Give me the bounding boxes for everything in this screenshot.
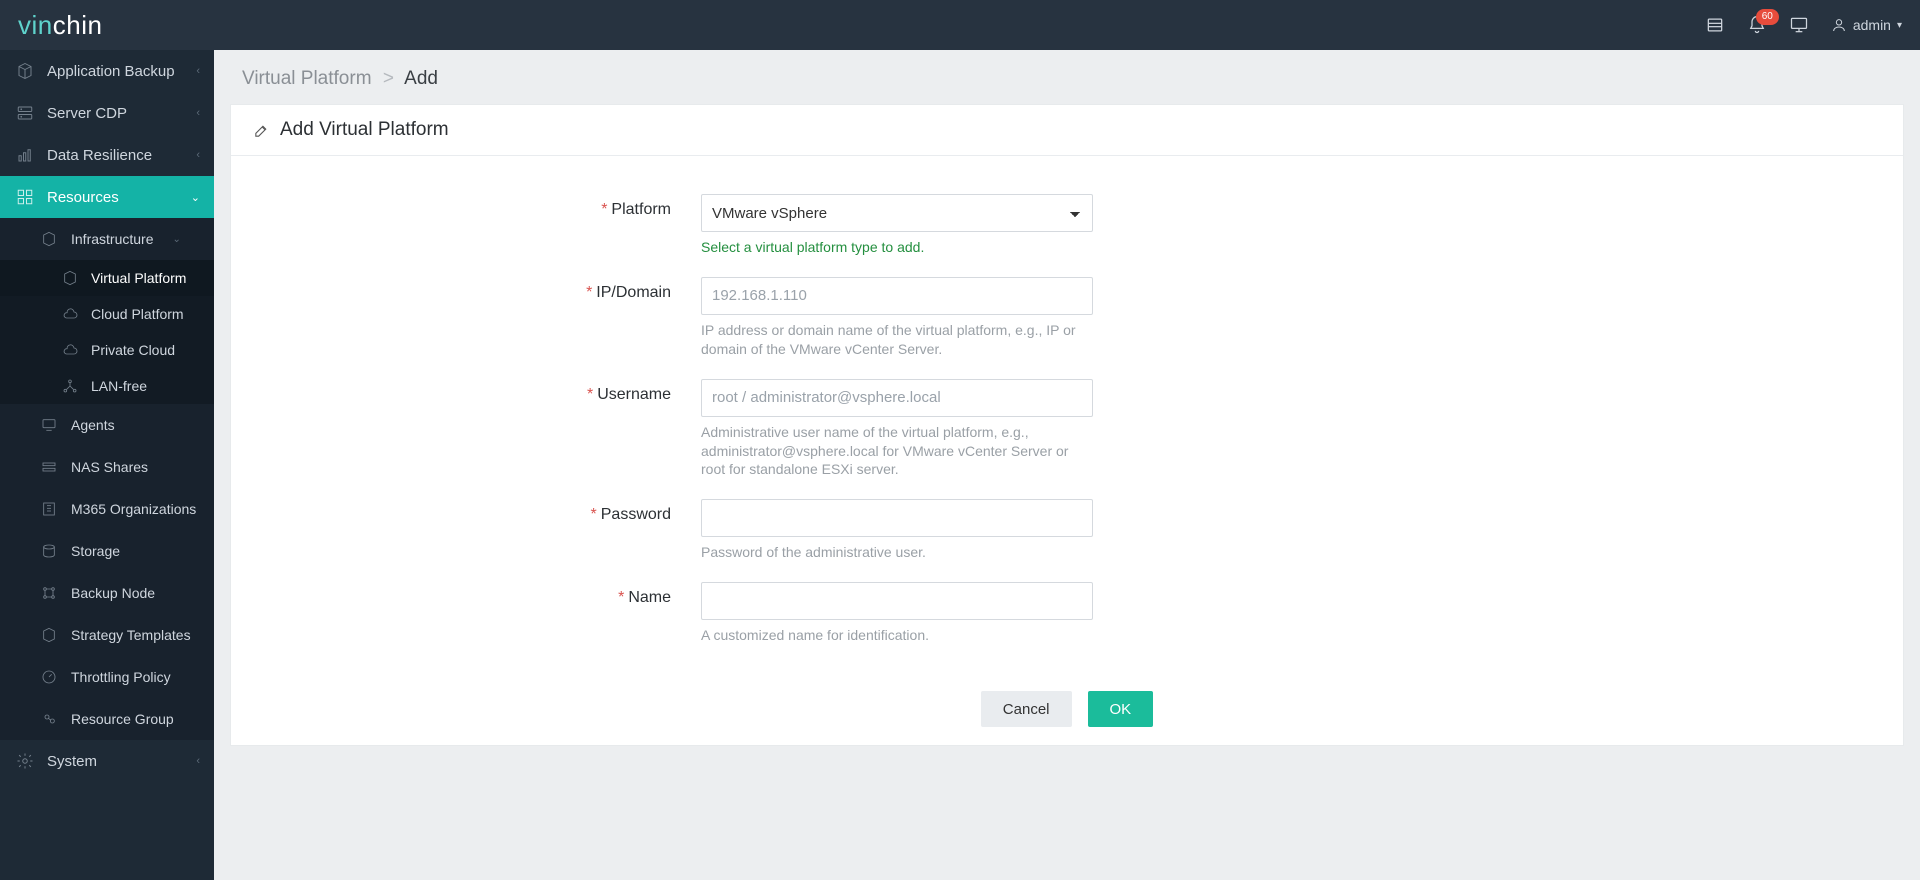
form: *Platform VMware vSphere Select a virtua…	[231, 156, 1903, 677]
ip-input[interactable]	[701, 277, 1093, 315]
chevron-left-icon: ‹	[196, 755, 200, 767]
org-icon	[40, 500, 58, 518]
password-help: Password of the administrative user.	[701, 543, 1093, 562]
sidebar-item-virtual-platform[interactable]: Virtual Platform	[0, 260, 214, 296]
chevron-down-icon: ⌄	[172, 234, 180, 245]
ip-help: IP address or domain name of the virtual…	[701, 321, 1093, 359]
top-right: 60 admin ▾	[1705, 15, 1902, 35]
breadcrumb-root[interactable]: Virtual Platform	[242, 68, 372, 89]
cloud-icon	[62, 342, 78, 358]
notification-badge: 60	[1756, 9, 1779, 25]
password-input[interactable]	[701, 499, 1093, 537]
ok-button[interactable]: OK	[1088, 691, 1154, 727]
monitor-icon[interactable]	[1789, 15, 1809, 35]
edit-icon	[253, 122, 270, 139]
sidebar-item-resource-group[interactable]: Resource Group	[0, 698, 214, 740]
user-name: admin	[1853, 17, 1891, 33]
ip-label: *IP/Domain	[271, 277, 701, 302]
sidebar-item-throttling-policy[interactable]: Throttling Policy	[0, 656, 214, 698]
chevron-left-icon: ‹	[196, 149, 200, 161]
group-icon	[40, 710, 58, 728]
sidebar-item-backup-node[interactable]: Backup Node	[0, 572, 214, 614]
storage-icon	[40, 458, 58, 476]
chevron-left-icon: ‹	[196, 107, 200, 119]
password-label: *Password	[271, 499, 701, 524]
template-icon	[40, 626, 58, 644]
gauge-icon	[40, 668, 58, 686]
server-icon	[16, 104, 34, 122]
name-input[interactable]	[701, 582, 1093, 620]
sidebar-item-private-cloud[interactable]: Private Cloud	[0, 332, 214, 368]
sidebar: Application Backup‹ Server CDP‹ Data Res…	[0, 50, 214, 880]
cube-icon	[62, 270, 78, 286]
top-bar: vinchin 60 admin ▾	[0, 0, 1920, 50]
cube-icon	[40, 230, 58, 248]
sidebar-item-agents[interactable]: Agents	[0, 404, 214, 446]
chevron-down-icon: ▾	[1897, 20, 1902, 31]
sidebar-item-nas-shares[interactable]: NAS Shares	[0, 446, 214, 488]
sidebar-item-infrastructure[interactable]: Infrastructure⌄	[0, 218, 214, 260]
sidebar-item-data-resilience[interactable]: Data Resilience‹	[0, 134, 214, 176]
sidebar-item-server-cdp[interactable]: Server CDP‹	[0, 92, 214, 134]
name-help: A customized name for identification.	[701, 626, 1093, 645]
breadcrumb-current: Add	[404, 68, 438, 89]
cancel-button[interactable]: Cancel	[981, 691, 1072, 727]
breadcrumb: Virtual Platform > Add	[214, 50, 1920, 104]
sidebar-item-system[interactable]: System‹	[0, 740, 214, 782]
platform-label: *Platform	[271, 194, 701, 219]
gear-icon	[16, 752, 34, 770]
cloud-icon	[62, 306, 78, 322]
username-label: *Username	[271, 379, 701, 404]
sidebar-item-cloud-platform[interactable]: Cloud Platform	[0, 296, 214, 332]
bell-icon[interactable]: 60	[1747, 15, 1767, 35]
chart-icon	[16, 146, 34, 164]
platform-help: Select a virtual platform type to add.	[701, 238, 1093, 257]
sidebar-item-application-backup[interactable]: Application Backup‹	[0, 50, 214, 92]
panel: Add Virtual Platform *Platform VMware vS…	[230, 104, 1904, 746]
grid-icon	[16, 188, 34, 206]
sidebar-item-m365[interactable]: M365 Organizations	[0, 488, 214, 530]
disk-icon	[40, 542, 58, 560]
list-icon[interactable]	[1705, 15, 1725, 35]
network-icon	[62, 378, 78, 394]
username-help: Administrative user name of the virtual …	[701, 423, 1093, 480]
form-actions: Cancel OK	[231, 677, 1903, 745]
username-input[interactable]	[701, 379, 1093, 417]
logo: vinchin	[18, 10, 102, 41]
user-menu[interactable]: admin ▾	[1831, 17, 1902, 33]
main: Virtual Platform > Add Add Virtual Platf…	[214, 50, 1920, 880]
sidebar-item-strategy-templates[interactable]: Strategy Templates	[0, 614, 214, 656]
platform-select[interactable]: VMware vSphere	[701, 194, 1093, 232]
sidebar-item-resources[interactable]: Resources⌄	[0, 176, 214, 218]
monitor-icon	[40, 416, 58, 434]
sidebar-item-storage[interactable]: Storage	[0, 530, 214, 572]
sidebar-item-lan-free[interactable]: LAN-free	[0, 368, 214, 404]
panel-title: Add Virtual Platform	[231, 105, 1903, 156]
chevron-left-icon: ‹	[196, 65, 200, 77]
box-icon	[16, 62, 34, 80]
node-icon	[40, 584, 58, 602]
name-label: *Name	[271, 582, 701, 607]
chevron-down-icon: ⌄	[191, 191, 200, 204]
